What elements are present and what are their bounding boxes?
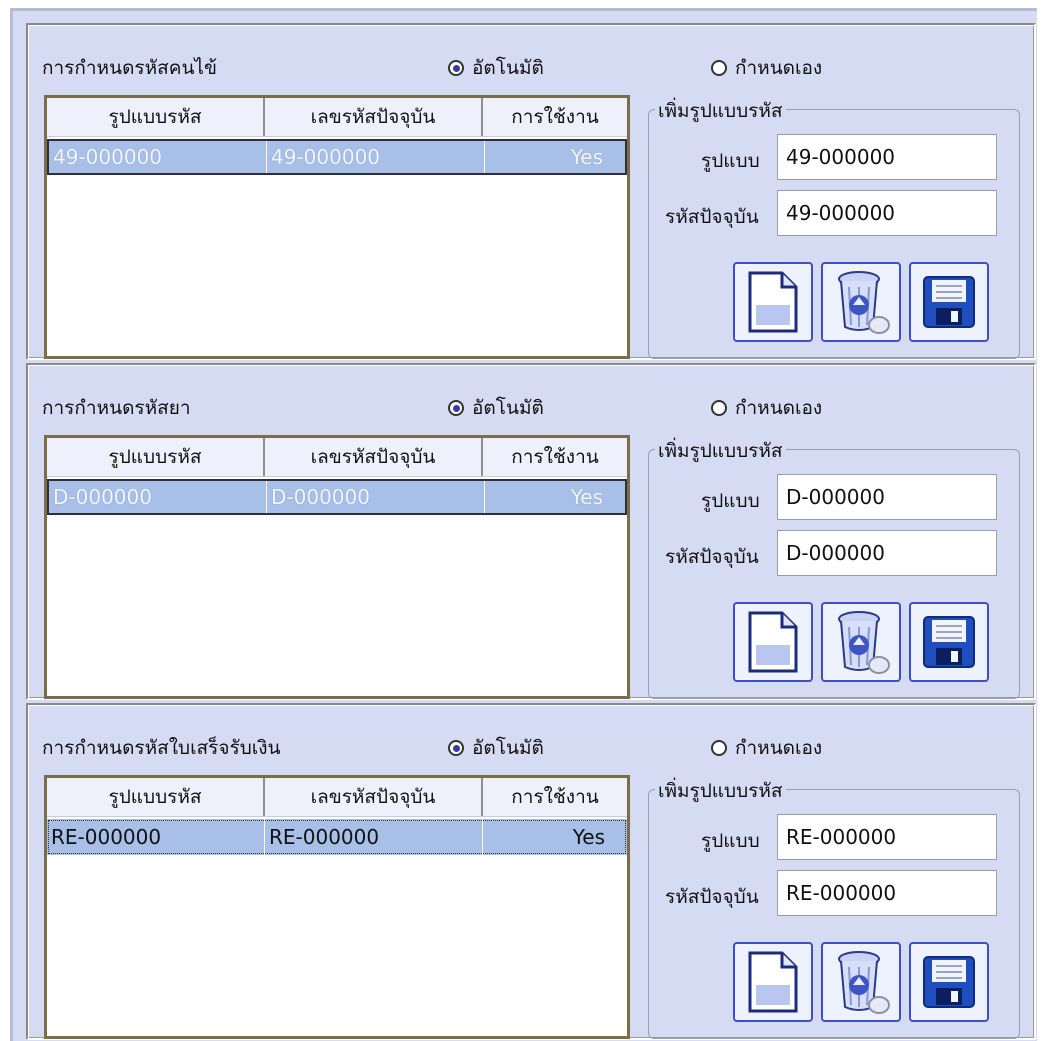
cell-current: 49-000000 (267, 141, 485, 173)
column-header[interactable]: เลขรหัสปัจจุบัน (265, 98, 483, 136)
radio-manual[interactable]: กำหนดเอง (711, 733, 822, 763)
cell-status: Yes (570, 145, 603, 169)
current-code-label: รหัสปัจจุบัน (665, 886, 759, 908)
column-header[interactable]: การใช้งาน (483, 98, 627, 136)
radio-manual[interactable]: กำหนดเอง (711, 53, 822, 83)
table-row[interactable]: D-000000 D-000000 Yes (47, 479, 627, 515)
current-code-label: รหัสปัจจุบัน (665, 546, 759, 568)
radio-checked-icon (448, 740, 464, 756)
cell-format: 49-000000 (49, 141, 267, 173)
save-button[interactable] (909, 602, 989, 682)
panel-receipt-code: การกำหนดรหัสใบเสร็จรับเงิน อัตโนมัติ กำห… (26, 703, 1036, 1040)
radio-manual-label: กำหนดเอง (735, 737, 823, 759)
radio-auto-label: อัตโนมัติ (472, 57, 544, 79)
panel-title: การกำหนดรหัสยา (42, 397, 191, 419)
format-input[interactable] (777, 814, 997, 860)
format-label: รูปแบบ (701, 830, 760, 852)
grid-header: รูปแบบรหัส เลขรหัสปัจจุบัน การใช้งาน (47, 438, 627, 477)
cell-status: Yes (570, 485, 603, 509)
column-header[interactable]: รูปแบบรหัส (47, 98, 265, 136)
new-document-icon (748, 271, 798, 333)
column-header[interactable]: รูปแบบรหัส (47, 438, 265, 476)
recycle-bin-icon (838, 271, 890, 334)
add-format-group: เพิ่มรูปแบบรหัส รูปแบบ รหัสปัจจุบัน (648, 96, 1020, 359)
radio-checked-icon (448, 400, 464, 416)
column-header[interactable]: รูปแบบรหัส (47, 778, 265, 816)
current-code-input[interactable] (777, 530, 997, 576)
radio-unchecked-icon (711, 740, 727, 756)
new-button[interactable] (733, 942, 813, 1022)
recycle-bin-icon (838, 951, 890, 1014)
cell-status: Yes (572, 825, 605, 849)
radio-auto[interactable]: อัตโนมัติ (448, 733, 544, 763)
format-input[interactable] (777, 474, 997, 520)
floppy-disk-icon (923, 956, 975, 1008)
grid-header: รูปแบบรหัส เลขรหัสปัจจุบัน การใช้งาน (47, 778, 627, 817)
cell-current: RE-000000 (265, 819, 483, 855)
radio-auto[interactable]: อัตโนมัติ (448, 53, 544, 83)
panel-title: การกำหนดรหัสคนไข้ (42, 57, 217, 79)
grid-header: รูปแบบรหัส เลขรหัสปัจจุบัน การใช้งาน (47, 98, 627, 137)
panel-patient-code: การกำหนดรหัสคนไข้ อัตโนมัติ กำหนดเอง รูป… (26, 23, 1036, 360)
radio-checked-icon (448, 60, 464, 76)
format-label: รูปแบบ (701, 150, 760, 172)
current-code-label: รหัสปัจจุบัน (665, 206, 759, 228)
radio-unchecked-icon (711, 400, 727, 416)
column-header[interactable]: การใช้งาน (483, 438, 627, 476)
new-document-icon (748, 951, 798, 1013)
radio-auto[interactable]: อัตโนมัติ (448, 393, 544, 423)
delete-button[interactable] (821, 602, 901, 682)
cell-format: D-000000 (49, 481, 267, 513)
cell-current: D-000000 (267, 481, 485, 513)
radio-auto-label: อัตโนมัติ (472, 737, 544, 759)
column-header[interactable]: เลขรหัสปัจจุบัน (265, 778, 483, 816)
column-header[interactable]: การใช้งาน (483, 778, 627, 816)
format-label: รูปแบบ (701, 490, 760, 512)
radio-auto-label: อัตโนมัติ (472, 397, 544, 419)
radio-manual-label: กำหนดเอง (735, 57, 823, 79)
column-header[interactable]: เลขรหัสปัจจุบัน (265, 438, 483, 476)
add-format-group: เพิ่มรูปแบบรหัส รูปแบบ รหัสปัจจุบัน (648, 436, 1020, 699)
save-button[interactable] (909, 262, 989, 342)
floppy-disk-icon (923, 616, 975, 668)
new-button[interactable] (733, 262, 813, 342)
new-document-icon (748, 611, 798, 673)
current-code-input[interactable] (777, 190, 997, 236)
code-format-grid[interactable]: รูปแบบรหัส เลขรหัสปัจจุบัน การใช้งาน RE-… (44, 775, 630, 1039)
group-title: เพิ่มรูปแบบรหัส (655, 776, 786, 806)
code-format-grid[interactable]: รูปแบบรหัส เลขรหัสปัจจุบัน การใช้งาน D-0… (44, 435, 630, 699)
group-title: เพิ่มรูปแบบรหัส (655, 96, 786, 126)
group-title: เพิ่มรูปแบบรหัส (655, 436, 786, 466)
recycle-bin-icon (838, 611, 890, 674)
panel-drug-code: การกำหนดรหัสยา อัตโนมัติ กำหนดเอง รูปแบบ… (26, 363, 1036, 700)
new-button[interactable] (733, 602, 813, 682)
save-button[interactable] (909, 942, 989, 1022)
code-format-grid[interactable]: รูปแบบรหัส เลขรหัสปัจจุบัน การใช้งาน 49-… (44, 95, 630, 359)
add-format-group: เพิ่มรูปแบบรหัส รูปแบบ รหัสปัจจุบัน (648, 776, 1020, 1039)
panel-title: การกำหนดรหัสใบเสร็จรับเงิน (42, 737, 281, 759)
radio-manual-label: กำหนดเอง (735, 397, 823, 419)
floppy-disk-icon (923, 276, 975, 328)
delete-button[interactable] (821, 942, 901, 1022)
table-row[interactable]: RE-000000 RE-000000 Yes (47, 819, 627, 855)
radio-unchecked-icon (711, 60, 727, 76)
cell-format: RE-000000 (47, 819, 265, 855)
delete-button[interactable] (821, 262, 901, 342)
current-code-input[interactable] (777, 870, 997, 916)
radio-manual[interactable]: กำหนดเอง (711, 393, 822, 423)
format-input[interactable] (777, 134, 997, 180)
table-row[interactable]: 49-000000 49-000000 Yes (47, 139, 627, 175)
